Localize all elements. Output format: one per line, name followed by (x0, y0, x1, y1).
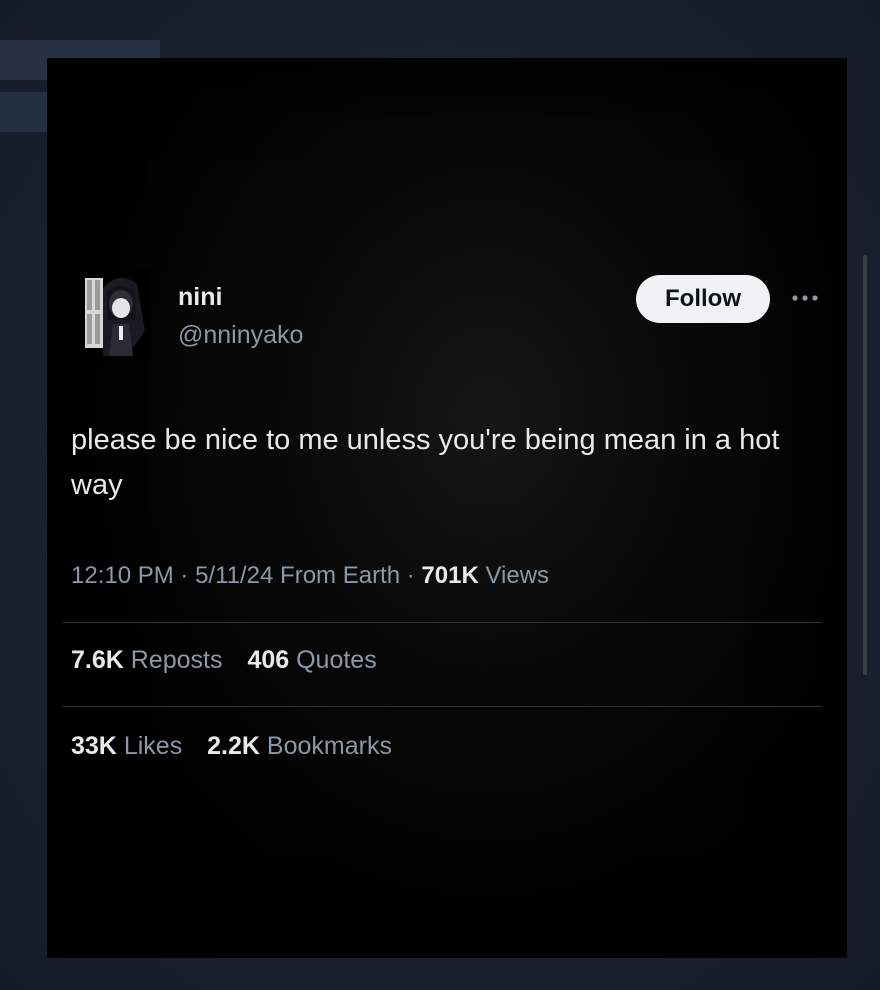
user-handle[interactable]: @nninyako (178, 321, 303, 350)
reposts-count: 7.6K (71, 646, 124, 674)
tweet-metadata: 12:10 PM · 5/11/24 From Earth · 701K Vie… (71, 562, 549, 590)
bookmarks-link[interactable]: 2.2K Bookmarks (207, 732, 392, 760)
divider (62, 622, 822, 623)
quotes-label: Quotes (296, 646, 377, 674)
tweet-text: please be nice to me unless you're being… (71, 424, 780, 501)
follow-button[interactable]: Follow (636, 275, 770, 323)
tweet-source: From Earth (280, 562, 401, 589)
views-count: 701K (421, 562, 479, 589)
reposts-link[interactable]: 7.6K Reposts (71, 646, 229, 674)
divider (62, 706, 822, 707)
tweet-card (47, 58, 847, 958)
bookmarks-label: Bookmarks (266, 732, 392, 760)
quotes-count: 406 (247, 646, 290, 674)
card-glow (47, 58, 847, 958)
meta-separator: · (180, 562, 189, 589)
likes-label: Likes (123, 732, 183, 760)
display-name[interactable]: nini (178, 283, 222, 312)
avatar[interactable] (79, 270, 151, 360)
likes-link[interactable]: 33K Likes (71, 732, 189, 760)
likes-count: 33K (71, 732, 117, 760)
engagement-row-1: 7.6K Reposts 406 Quotes (71, 646, 395, 675)
more-horizontal-icon[interactable] (790, 285, 820, 311)
engagement-row-2: 33K Likes 2.2K Bookmarks (71, 732, 410, 761)
bookmarks-count: 2.2K (207, 732, 260, 760)
meta-separator: · (406, 562, 415, 589)
quotes-link[interactable]: 406 Quotes (247, 646, 376, 674)
card-vignette (47, 58, 847, 958)
scrollbar-thumb[interactable] (863, 255, 867, 675)
reposts-label: Reposts (130, 646, 223, 674)
views-label: Views (485, 562, 550, 589)
tweet-date[interactable]: 5/11/24 (195, 562, 273, 589)
tweet-time[interactable]: 12:10 PM (71, 562, 174, 589)
